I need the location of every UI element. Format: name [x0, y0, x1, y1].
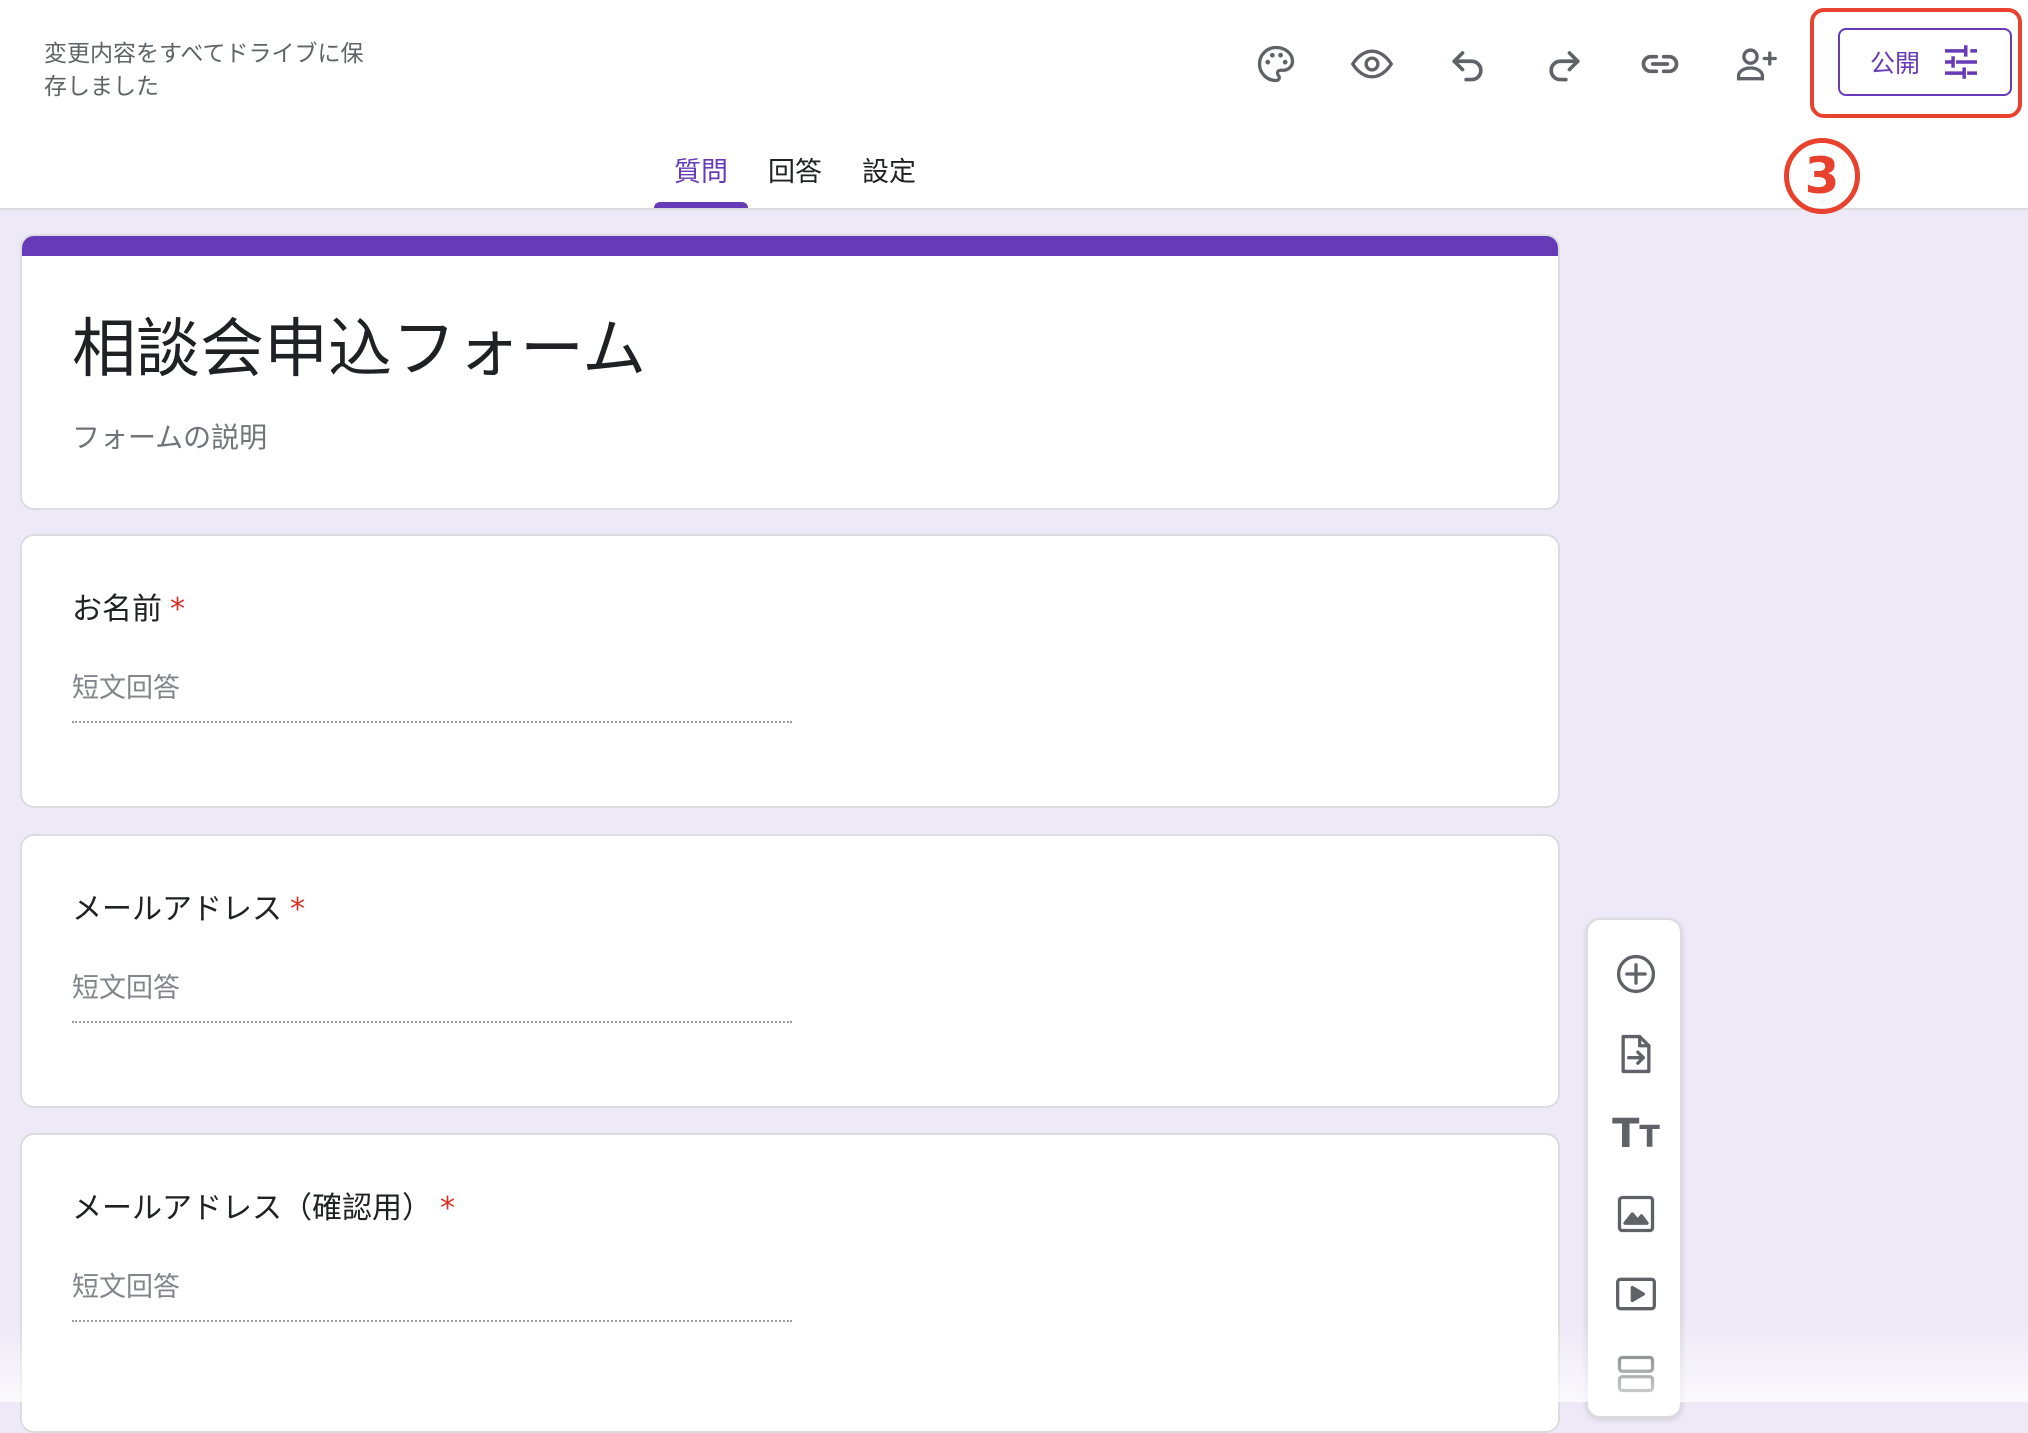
- preview-icon: [1350, 49, 1394, 79]
- redo-icon: [1549, 51, 1580, 82]
- undo-icon: [1452, 51, 1483, 82]
- add-question-icon: [1616, 954, 1656, 994]
- add-collaborator-button[interactable]: [1720, 28, 1792, 100]
- preview-button[interactable]: [1336, 28, 1408, 100]
- question-title: お名前 *: [72, 584, 185, 628]
- question-title-text: メールアドレス（確認用）: [72, 1191, 432, 1226]
- add-image-button[interactable]: [1612, 1190, 1660, 1238]
- add-section-icon: [1617, 1355, 1655, 1393]
- required-mark: *: [290, 892, 305, 927]
- link-icon: [1641, 54, 1679, 74]
- short-answer-placeholder: 短文回答: [72, 966, 792, 1023]
- tune-icon: [1942, 43, 1980, 81]
- form-title[interactable]: 相談会申込フォーム: [72, 298, 646, 390]
- accent-bar: [22, 236, 1558, 256]
- import-questions-icon: [1621, 1034, 1651, 1074]
- question-title-text: メールアドレス: [72, 892, 282, 927]
- app-header: 変更内容をすべてドライブに保存しました 公開 質問 回答 設定: [0, 0, 2028, 210]
- add-image-icon: [1617, 1195, 1655, 1233]
- publish-label: 公開: [1870, 49, 1921, 78]
- question-card[interactable]: お名前 * 短文回答: [20, 534, 1560, 808]
- short-answer-placeholder: 短文回答: [72, 666, 792, 723]
- short-answer-placeholder: 短文回答: [72, 1265, 792, 1322]
- question-card[interactable]: メールアドレス * 短文回答: [20, 834, 1560, 1108]
- import-questions-button[interactable]: [1612, 1030, 1660, 1078]
- annotation-step-marker: 3: [1784, 138, 1860, 214]
- question-title-text: お名前: [72, 592, 162, 627]
- required-mark: *: [440, 1191, 455, 1226]
- save-status-text: 変更内容をすべてドライブに保存しました: [44, 41, 364, 100]
- publish-button[interactable]: 公開: [1838, 28, 2012, 96]
- question-title: メールアドレス（確認用） *: [72, 1183, 455, 1227]
- add-video-icon: [1616, 1277, 1656, 1311]
- tab-responses[interactable]: 回答: [748, 150, 842, 208]
- redo-button[interactable]: [1528, 28, 1600, 100]
- tab-settings[interactable]: 設定: [842, 150, 936, 208]
- add-video-button[interactable]: [1612, 1270, 1660, 1318]
- add-title-icon: TT: [1612, 1111, 1660, 1157]
- question-title: メールアドレス *: [72, 884, 305, 928]
- required-mark: *: [170, 592, 185, 627]
- add-title-button[interactable]: TT: [1612, 1110, 1660, 1158]
- tab-bar: 質問 回答 設定: [654, 150, 936, 208]
- add-question-button[interactable]: [1612, 950, 1660, 998]
- add-section-button[interactable]: [1612, 1350, 1660, 1398]
- add-collaborator-icon: [1736, 48, 1777, 81]
- header-toolbar: [1240, 28, 1816, 100]
- undo-button[interactable]: [1432, 28, 1504, 100]
- floating-side-toolbar: TT: [1586, 918, 1682, 1418]
- tab-questions[interactable]: 質問: [654, 150, 748, 208]
- customize-theme-button[interactable]: [1240, 28, 1312, 100]
- copy-link-button[interactable]: [1624, 28, 1696, 100]
- form-title-card[interactable]: 相談会申込フォーム フォームの説明: [20, 234, 1560, 510]
- question-card[interactable]: メールアドレス（確認用） * 短文回答: [20, 1133, 1560, 1433]
- form-description[interactable]: フォームの説明: [72, 416, 267, 456]
- palette-icon: [1257, 45, 1295, 83]
